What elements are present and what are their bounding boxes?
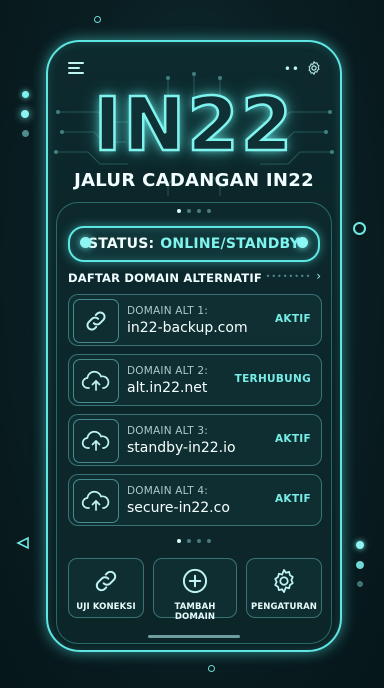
domain-status-badge: AKTIF bbox=[274, 493, 311, 505]
action-label: UJI KONEKSI bbox=[76, 602, 136, 612]
decor-ring bbox=[353, 222, 366, 235]
decor-dot bbox=[357, 581, 363, 587]
decor-dot bbox=[21, 110, 29, 118]
gear-icon bbox=[247, 567, 321, 599]
triangle-icon bbox=[16, 536, 29, 550]
add-domain-button[interactable]: TAMBAH DOMAIN bbox=[153, 558, 237, 622]
status-text: STATUS: ONLINE/STANDBY bbox=[88, 236, 300, 252]
domain-name: alt.in22.net bbox=[127, 380, 208, 396]
domain-status-badge: TERHUBUNG bbox=[234, 373, 311, 385]
domain-card[interactable]: DOMAIN ALT 1: in22-backup.com AKTIF bbox=[68, 294, 322, 346]
pager-dots-bottom bbox=[48, 539, 340, 543]
phone-frame: •• IN22 JALUR CADANGAN IN22 STATUS: ONLIN… bbox=[46, 40, 342, 652]
decor-dot bbox=[22, 130, 29, 137]
domain-label: DOMAIN ALT 3: bbox=[127, 425, 209, 437]
cloud-upload-icon bbox=[73, 419, 119, 463]
status-banner: STATUS: ONLINE/STANDBY bbox=[68, 226, 320, 262]
domain-label: DOMAIN ALT 1: bbox=[127, 305, 209, 317]
status-value: ONLINE/STANDBY bbox=[160, 236, 300, 252]
domain-list-title: DAFTAR DOMAIN ALTERNATIF bbox=[68, 271, 262, 285]
plus-circle-icon bbox=[154, 567, 236, 599]
decor-dot bbox=[356, 541, 364, 549]
domain-name: standby-in22.io bbox=[127, 440, 236, 456]
status-label: STATUS: bbox=[87, 236, 155, 252]
decor-dot bbox=[22, 91, 29, 98]
domain-card[interactable]: DOMAIN ALT 4: secure-in22.co AKTIF bbox=[68, 474, 322, 526]
action-label: TAMBAH DOMAIN bbox=[174, 602, 216, 622]
domain-list-more-button[interactable]: •••••••• › bbox=[266, 269, 322, 283]
test-connection-button[interactable]: UJI KONEKSI bbox=[68, 558, 144, 618]
home-indicator[interactable] bbox=[148, 635, 240, 638]
link-icon bbox=[73, 299, 119, 343]
decor-dot bbox=[208, 665, 215, 672]
status-led-icon bbox=[297, 237, 308, 248]
domain-label: DOMAIN ALT 2: bbox=[127, 365, 209, 377]
page-title: JALUR CADANGAN IN22 bbox=[74, 170, 314, 191]
domain-name: in22-backup.com bbox=[127, 320, 248, 336]
decor-dot bbox=[94, 16, 101, 23]
status-led-icon bbox=[80, 237, 91, 248]
domain-status-badge: AKTIF bbox=[274, 433, 311, 445]
domain-label: DOMAIN ALT 4: bbox=[127, 485, 209, 497]
cloud-upload-icon bbox=[73, 359, 119, 403]
pager-dots-top bbox=[48, 209, 340, 213]
cloud-upload-icon bbox=[73, 479, 119, 523]
link-icon bbox=[69, 567, 143, 599]
app-logo: IN22 bbox=[93, 81, 295, 170]
domain-name: secure-in22.co bbox=[127, 500, 230, 516]
action-label: PENGATURAN bbox=[251, 602, 317, 612]
domain-status-badge: AKTIF bbox=[274, 313, 311, 325]
chevron-right-icon: › bbox=[316, 269, 322, 283]
settings-button[interactable]: PENGATURAN bbox=[246, 558, 322, 618]
domain-card[interactable]: DOMAIN ALT 2: alt.in22.net TERHUBUNG bbox=[68, 354, 322, 406]
decor-dot bbox=[356, 561, 364, 569]
domain-card[interactable]: DOMAIN ALT 3: standby-in22.io AKTIF bbox=[68, 414, 322, 466]
